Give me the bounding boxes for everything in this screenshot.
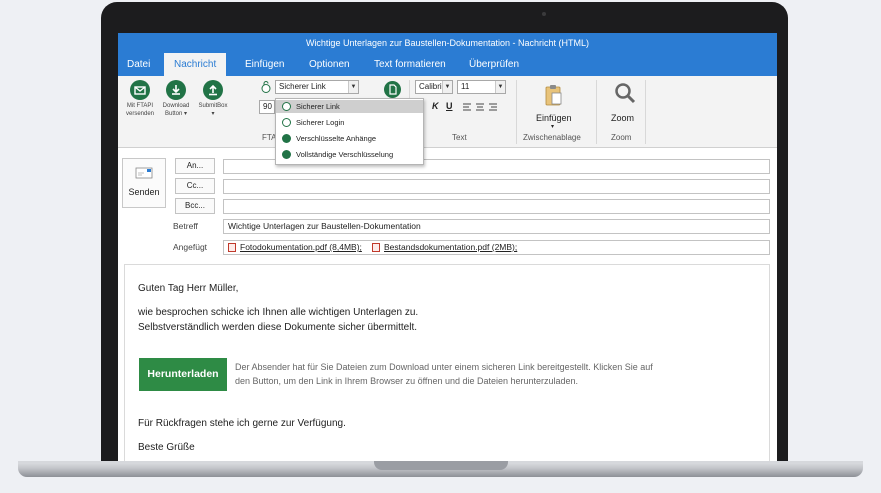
italic-button[interactable]: K [432,101,439,111]
ribbon-separator [516,80,517,144]
zoom-button[interactable]: Zoom [611,113,634,123]
dropdown-item-vollstaendige-verschluesselung[interactable]: Vollständige Verschlüsselung [276,148,423,161]
submitbox-arrow: ▾ [211,111,215,117]
body-line-1: wie besprochen schicke ich Ihnen alle wi… [138,307,419,318]
camera [542,12,546,16]
submitbox-button[interactable]: SubmitBox ▾ [196,80,230,118]
bcc-button[interactable]: Bcc... [175,198,215,214]
underline-button[interactable]: U [446,101,453,111]
to-button[interactable]: An... [175,158,215,174]
signoff: Beste Grüße [138,442,195,453]
download-button[interactable]: Herunterladen [139,358,227,391]
ribbon-tabs: Datei Nachricht Einfügen Optionen Text f… [118,53,777,76]
mit-ftapi-versenden-button[interactable]: Mit FTAPI versenden [123,80,157,118]
laptop-notch [374,461,508,470]
pdf-icon [372,243,380,252]
tab-optionen[interactable]: Optionen [309,53,350,76]
ribbon: Mit FTAPI versenden Download Button ▾ Subm… [118,76,777,148]
dropdown-item-verschluesselte-anhaenge[interactable]: Verschlüsselte Anhänge [276,132,423,145]
outlook-window: Wichtige Unterlagen zur Baustellen-Dokum… [118,33,777,461]
versenden-label: versenden [125,111,155,117]
pdf-icon [228,243,236,252]
bcc-field[interactable] [223,199,770,214]
send-button[interactable]: Senden [122,158,166,208]
days-value: 90 [263,102,272,111]
download-note: Der Absender hat für Sie Dateien zum Dow… [235,362,653,386]
subject-label: Betreff [173,221,198,231]
dropdown-item-label: Vollständige Verschlüsselung [296,150,394,159]
lock-icon [282,150,291,159]
mit-ftapi-label: Mit FTAPI [126,103,154,109]
subject-field[interactable]: Wichtige Unterlagen zur Baustellen-Dokum… [223,219,770,234]
download-button-button[interactable]: Download Button ▾ [159,80,193,118]
clipboard-group-label: Zwischenablage [523,133,581,142]
magnifier-icon[interactable] [614,82,636,104]
lock-open-icon [282,118,291,127]
message-body[interactable]: Guten Tag Herr Müller, wie besprochen sc… [124,264,770,461]
lock-open-icon [282,102,291,111]
dropdown-item-label: Verschlüsselte Anhänge [296,134,377,143]
paste-button[interactable]: Einfügen [536,113,572,123]
font-size-value: 11 [461,82,470,91]
lock-icon [282,134,291,143]
font-value: Calibri [419,82,442,91]
link-type-value: Sicherer Link [279,82,326,91]
upload-icon [203,80,223,100]
days-field[interactable]: 90 [259,100,275,114]
tab-nachricht[interactable]: Nachricht [164,53,227,76]
mail-icon [130,80,150,100]
attached-label: Angefügt [173,242,208,252]
send-label: Senden [128,187,160,197]
envelope-icon [135,167,153,179]
ribbon-separator [645,80,646,144]
dropdown-item-label: Sicherer Link [296,102,340,111]
window-title: Wichtige Unterlagen zur Baustellen-Dokum… [118,33,777,53]
attachment-item[interactable]: Fotodokumentation.pdf (8,4MB); [240,241,362,254]
attachments-field: Fotodokumentation.pdf (8,4MB); Bestandsd… [223,240,770,255]
dropdown-item-label: Sicherer Login [296,118,345,127]
cc-button[interactable]: Cc... [175,178,215,194]
dropdown-item-sicherer-login[interactable]: Sicherer Login [276,116,423,129]
font-size-select[interactable]: 11 ▼ [457,80,506,94]
clipboard-icon[interactable] [545,84,563,106]
greeting: Guten Tag Herr Müller, [138,283,239,294]
tab-datei[interactable]: Datei [127,53,150,76]
download-icon [166,80,186,100]
tab-einfuegen[interactable]: Einfügen [245,53,284,76]
dropdown-item-sicherer-link[interactable]: Sicherer Link [276,100,423,113]
chevron-down-icon[interactable]: ▼ [442,81,452,93]
download-button-label: Button ▾ [164,111,188,117]
tab-text-formatieren[interactable]: Text formatieren [374,53,446,76]
closing: Für Rückfragen stehe ich gerne zur Verfü… [138,418,346,429]
submitbox-label: SubmitBox [198,103,228,109]
link-type-select[interactable]: Sicherer Link ▼ [275,80,359,94]
chevron-down-icon[interactable]: ▼ [348,81,358,93]
compose-header: Senden An... Cc... Bcc... Betreff Wichti… [118,149,777,259]
lock-open-icon [261,81,271,93]
tab-ueberpruefen[interactable]: Überprüfen [469,53,519,76]
paste-arrow[interactable]: ▾ [551,123,554,130]
text-group-label: Text [452,133,467,142]
align-icons[interactable] [462,102,502,112]
chevron-down-icon[interactable]: ▼ [495,81,505,93]
ribbon-separator [596,80,597,144]
font-select[interactable]: Calibri ▼ [415,80,453,94]
cc-field[interactable] [223,179,770,194]
body-line-2: Selbstverständlich werden diese Dokument… [138,322,418,333]
attachment-item[interactable]: Bestandsdokumentation.pdf (2MB); [384,241,517,254]
download-label: Download [162,103,190,109]
link-type-dropdown: Sicherer Link Sicherer Login Verschlüsse… [275,98,424,165]
file-icon[interactable] [384,81,401,98]
zoom-group-label: Zoom [611,133,632,142]
